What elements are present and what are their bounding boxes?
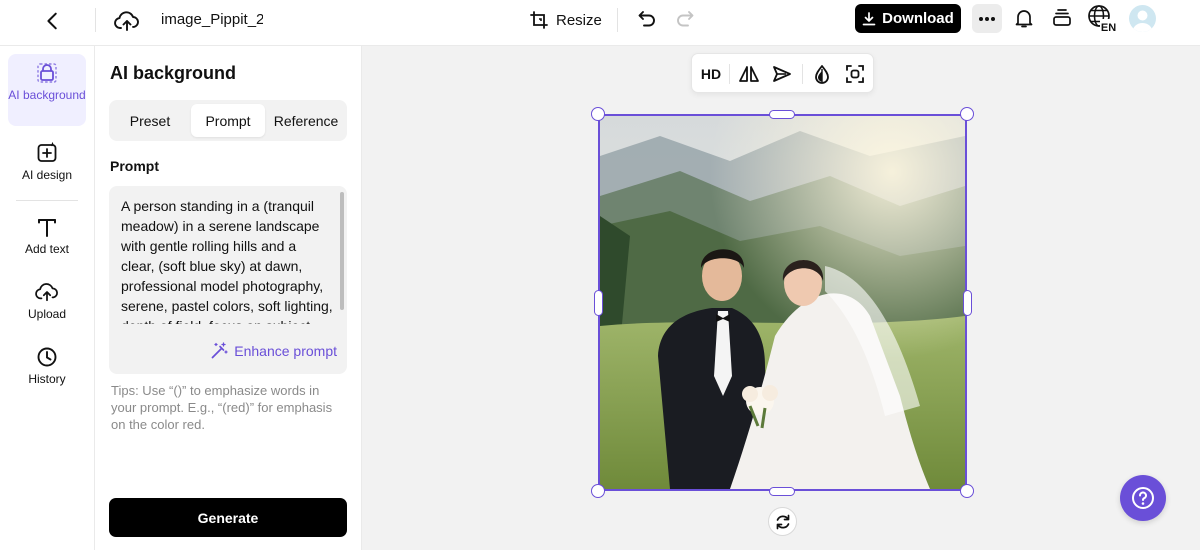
flip-horizontal-icon [739,66,759,82]
language-button[interactable]: EN [1086,4,1118,34]
resize-icon [530,11,548,29]
chevron-left-icon [47,12,57,30]
rail-item-ai-design[interactable]: AI design [8,142,86,194]
left-rail: AI background AI design Add text Upload … [0,46,95,550]
panel-title: AI background [110,63,237,83]
resize-handle-bottom[interactable] [769,487,795,496]
layers-button[interactable] [1049,5,1075,31]
back-button[interactable] [38,6,68,36]
rail-item-label: AI design [21,168,73,182]
rail-item-label: Add text [24,242,70,256]
ai-background-panel: AI background Preset Prompt Reference Pr… [95,46,362,550]
canvas-floating-toolbar: HD [691,53,874,93]
tab-reference[interactable]: Reference [269,104,343,137]
resize-handle-top-right[interactable] [960,107,974,121]
help-button[interactable] [1120,475,1166,521]
avatar-icon [1132,10,1153,32]
resize-handle-right[interactable] [963,290,972,316]
enhance-prompt-label: Enhance prompt [234,343,337,359]
prompt-tips: Tips: Use “()” to emphasize words in you… [111,383,333,432]
color-adjust-button[interactable] [807,59,837,89]
generate-button[interactable]: Generate [109,498,347,537]
undo-icon [638,11,655,27]
rail-item-ai-background[interactable]: AI background [8,54,86,126]
prompt-label: Prompt [110,158,159,174]
send-button[interactable] [767,59,797,89]
user-avatar[interactable] [1129,5,1156,32]
focus-frame-icon [846,65,864,83]
download-label: Download [882,10,954,27]
resize-handle-left[interactable] [594,290,603,316]
redo-icon [677,11,694,27]
toolbar-divider [802,64,803,84]
stack-icon [1053,9,1071,26]
bag-icon [37,63,57,83]
divider [95,8,96,32]
bell-icon [1015,10,1033,28]
tab-preset[interactable]: Preset [113,104,187,137]
more-options-button[interactable] [972,4,1002,33]
prompt-textarea[interactable]: A person standing in a (tranquil meadow)… [121,196,333,324]
resize-label: Resize [556,11,602,29]
language-code: EN [1101,22,1116,34]
divider [617,8,618,32]
hd-button[interactable]: HD [696,59,726,89]
undo-button[interactable] [634,6,660,32]
flip-button[interactable] [734,59,764,89]
notifications-button[interactable] [1011,5,1037,31]
more-horizontal-icon [979,16,995,21]
clock-icon [37,347,57,367]
prompt-scrollbar[interactable] [340,192,344,310]
cloud-save-button[interactable] [112,6,142,36]
resize-handle-top-left[interactable] [591,107,605,121]
upload-cloud-icon [35,283,58,302]
top-bar: image_Pippit_20 Resize Download EN [0,0,1200,46]
resize-handle-bottom-right[interactable] [960,484,974,498]
magic-wand-icon [211,342,228,359]
download-button[interactable]: Download [855,4,961,33]
text-t-icon [38,219,56,237]
toolbar-divider [729,64,730,84]
enhance-prompt-button[interactable]: Enhance prompt [210,342,337,360]
send-arrow-icon [773,66,791,82]
rail-item-label: History [28,372,66,386]
focus-select-button[interactable] [840,59,870,89]
rail-item-history[interactable]: History [8,346,86,398]
rotate-button[interactable] [768,507,797,536]
rail-item-add-text[interactable]: Add text [8,216,86,268]
prompt-box: A person standing in a (tranquil meadow)… [109,186,347,374]
cloud-upload-icon [114,11,139,31]
drop-icon [815,65,829,84]
resize-handle-bottom-left[interactable] [591,484,605,498]
download-icon [862,11,876,25]
mode-tabs: Preset Prompt Reference [109,100,347,141]
selected-image[interactable] [598,114,967,491]
rail-divider [16,200,78,201]
rail-item-label: Upload [27,307,67,321]
resize-button[interactable]: Resize [530,6,602,34]
tab-prompt[interactable]: Prompt [191,104,265,137]
globe-language-icon: EN [1088,5,1117,34]
design-plus-icon [37,142,57,162]
rail-item-upload[interactable]: Upload [8,281,86,333]
wedding-photo [600,116,965,489]
rail-item-label: AI background [8,88,86,102]
redo-button[interactable] [672,6,698,32]
resize-handle-top[interactable] [769,110,795,119]
file-name[interactable]: image_Pippit_20 [161,10,263,30]
rotate-icon [776,514,789,529]
question-circle-icon [1132,487,1154,509]
